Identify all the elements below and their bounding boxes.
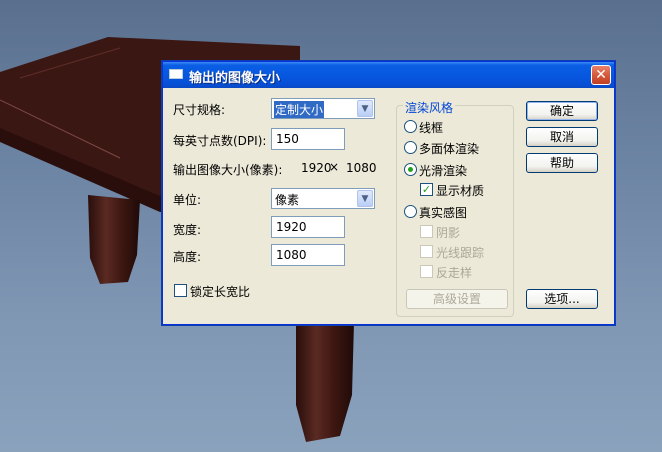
height-label: 高度: [173, 250, 202, 264]
output-width-value: 1920 [301, 161, 332, 175]
close-button[interactable]: ✕ [591, 65, 611, 85]
antialias-label: 反走样 [436, 266, 473, 280]
dialog-body: 尺寸规格: 定制大小 ▼ 每英寸点数(DPI): 输出图像大小(像素): 192… [163, 88, 614, 324]
radio-wireframe[interactable] [404, 120, 417, 133]
radio-polyhedral[interactable] [404, 141, 417, 154]
radio-polyhedral-label: 多面体渲染 [419, 142, 480, 156]
unit-label: 单位: [173, 193, 202, 207]
height-input[interactable] [271, 244, 345, 266]
chevron-down-icon[interactable]: ▼ [357, 100, 373, 117]
output-height-value: 1080 [346, 161, 377, 175]
radio-realistic[interactable] [404, 205, 417, 218]
unit-value: 像素 [275, 193, 300, 207]
help-button[interactable]: 帮助 [526, 153, 598, 173]
times-symbol: × [329, 160, 340, 174]
output-size-label: 输出图像大小(像素): [173, 163, 283, 177]
width-label: 宽度: [173, 223, 202, 237]
size-spec-label: 尺寸规格: [173, 103, 226, 117]
output-image-size-dialog: 输出的图像大小 ✕ 尺寸规格: 定制大小 ▼ 每英寸点数(DPI): 输出图像大… [162, 61, 615, 325]
render-style-title: 渲染风格 [403, 99, 456, 116]
dpi-label: 每英寸点数(DPI): [173, 134, 267, 148]
show-material-checkbox[interactable]: ✓ [420, 183, 433, 196]
width-input[interactable] [271, 216, 345, 238]
antialias-checkbox[interactable] [420, 265, 433, 278]
shadow-checkbox[interactable] [420, 225, 433, 238]
size-spec-select[interactable]: 定制大小 ▼ [271, 98, 375, 119]
table-leg-center [296, 322, 354, 442]
radio-realistic-label: 真实感图 [419, 206, 468, 220]
lock-ratio-label: 锁定长宽比 [190, 285, 251, 299]
unit-select[interactable]: 像素 ▼ [271, 188, 375, 209]
raytrace-checkbox[interactable] [420, 245, 433, 258]
window-icon [169, 69, 183, 79]
close-icon: ✕ [595, 67, 607, 83]
advanced-settings-button[interactable]: 高级设置 [406, 289, 508, 309]
radio-smooth[interactable] [404, 163, 417, 176]
size-spec-value: 定制大小 [274, 101, 325, 118]
title-bar[interactable]: 输出的图像大小 ✕ [163, 62, 614, 88]
radio-selected-dot [408, 167, 413, 172]
radio-smooth-label: 光滑渲染 [419, 164, 468, 178]
dpi-input[interactable] [271, 128, 345, 150]
radio-wireframe-label: 线框 [419, 121, 444, 135]
options-button[interactable]: 选项... [526, 289, 598, 309]
cancel-button[interactable]: 取消 [526, 127, 598, 147]
lock-ratio-checkbox[interactable] [174, 284, 187, 297]
chevron-down-icon[interactable]: ▼ [357, 190, 373, 207]
dialog-title: 输出的图像大小 [189, 71, 281, 86]
table-leg-left [88, 195, 140, 284]
shadow-label: 阴影 [436, 226, 461, 240]
raytrace-label: 光线跟踪 [436, 246, 485, 260]
show-material-label: 显示材质 [436, 184, 485, 198]
ok-button[interactable]: 确定 [526, 101, 598, 121]
